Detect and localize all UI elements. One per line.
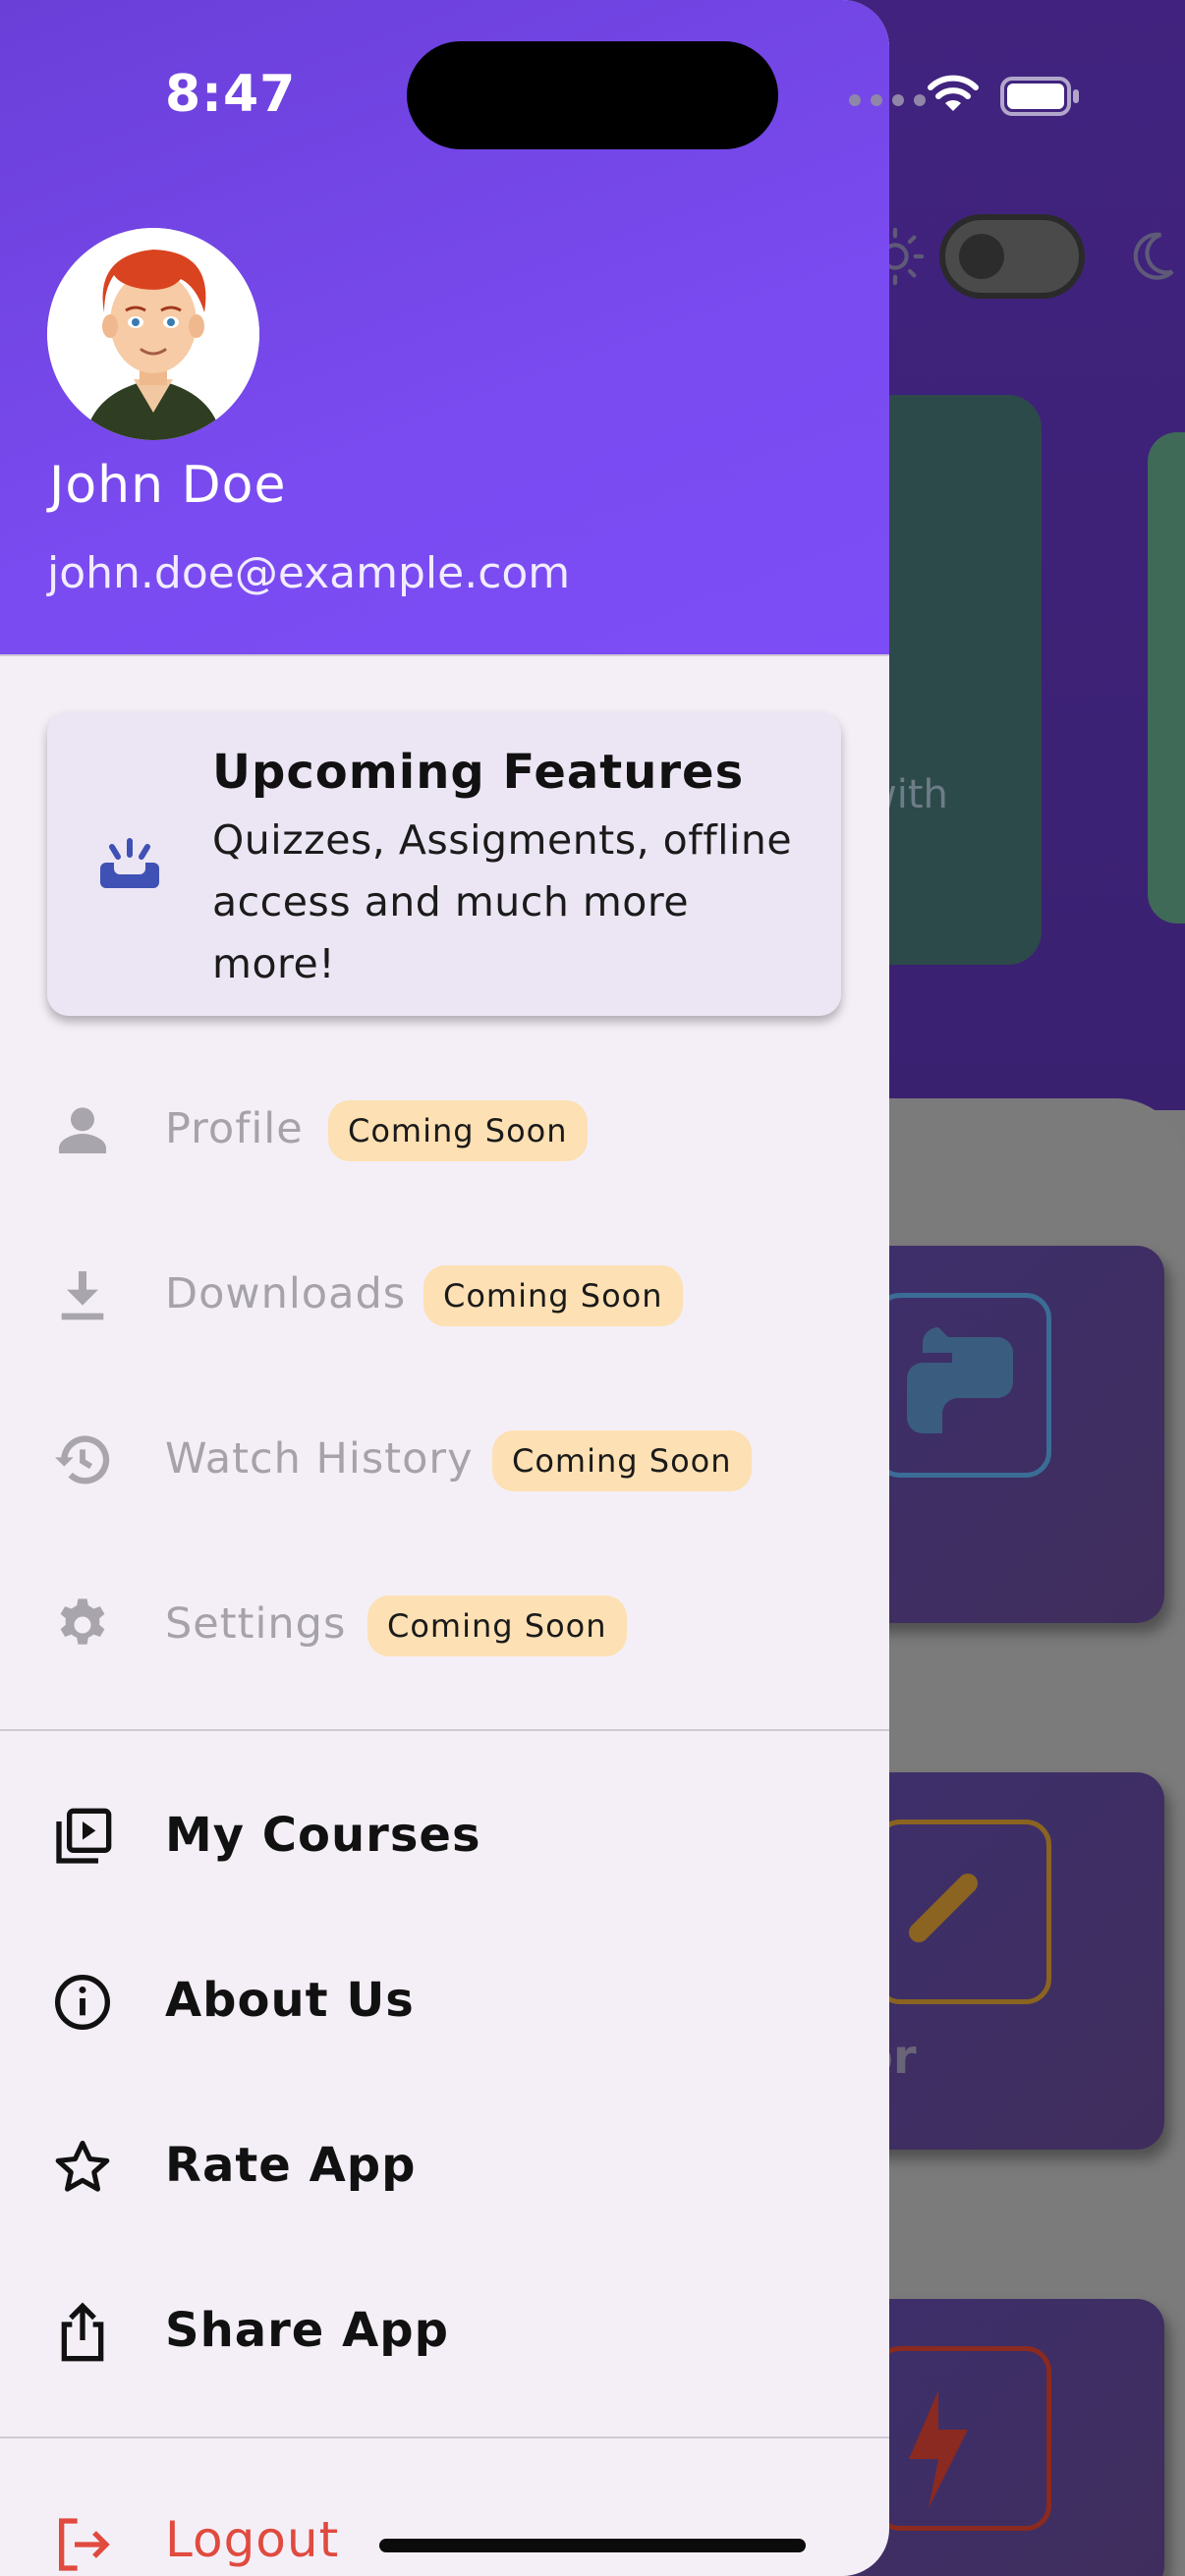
avatar[interactable] (47, 228, 259, 440)
dynamic-island (407, 41, 778, 149)
navigation-drawer: John Doe john.doe@example.com Upcoming F… (0, 0, 889, 2576)
coming-soon-badge: Coming Soon (328, 1100, 588, 1161)
upcoming-features-card: Upcoming Features Quizzes, Assigments, o… (47, 711, 841, 1016)
menu-item-share-app[interactable]: Share App (0, 2273, 889, 2391)
share-icon (61, 2302, 104, 2362)
user-name: John Doe (49, 456, 287, 515)
menu-item-label: Profile (165, 1104, 304, 1153)
theme-toggle-row (865, 214, 1181, 299)
upcoming-features-description: Quizzes, Assigments, offline access and … (212, 816, 793, 987)
background-card (1148, 432, 1185, 924)
coming-soon-badge: Coming Soon (492, 1430, 752, 1491)
menu-item-about-us[interactable]: About Us (0, 1943, 889, 2061)
menu-item-settings[interactable]: Settings Coming Soon (0, 1566, 889, 1684)
gear-icon (60, 1598, 105, 1645)
menu-item-label: My Courses (165, 1808, 481, 1863)
menu-item-my-courses[interactable]: My Courses (0, 1778, 889, 1896)
new-releases-icon (100, 838, 159, 888)
menu-item-profile[interactable]: Profile Coming Soon (0, 1071, 889, 1189)
theme-toggle[interactable] (939, 214, 1085, 299)
flash-icon (875, 2346, 1051, 2531)
logout-icon (59, 2518, 110, 2571)
logout-button[interactable]: Logout (0, 2486, 889, 2576)
history-icon (55, 1435, 110, 1484)
menu-item-rate-app[interactable]: Rate App (0, 2108, 889, 2226)
menu-item-label: About Us (165, 1973, 415, 2028)
toggle-knob (959, 234, 1004, 279)
download-icon (61, 1271, 104, 1320)
coming-soon-badge: Coming Soon (367, 1596, 627, 1656)
menu-item-label: Downloads (165, 1269, 407, 1318)
divider (0, 654, 889, 656)
user-email: john.doe@example.com (47, 548, 571, 598)
star-icon (55, 2140, 110, 2192)
avatar-illustration (47, 228, 259, 440)
divider (0, 2436, 889, 2438)
home-indicator[interactable] (379, 2539, 806, 2552)
wifi-icon (928, 75, 979, 111)
video-library-icon (56, 1808, 112, 1864)
menu-item-label: Rate App (165, 2138, 417, 2193)
signal-dots-icon (849, 94, 926, 106)
coming-soon-badge: Coming Soon (423, 1265, 683, 1326)
menu-item-label: Watch History (165, 1434, 474, 1484)
info-icon (55, 1975, 110, 2030)
battery-icon (1000, 77, 1079, 116)
menu-item-downloads[interactable]: Downloads Coming Soon (0, 1236, 889, 1354)
menu-item-watch-history[interactable]: Watch History Coming Soon (0, 1401, 889, 1519)
status-time: 8:47 (165, 65, 297, 124)
person-icon (59, 1107, 106, 1153)
upcoming-features-title: Upcoming Features (212, 745, 745, 800)
moon-icon (1133, 232, 1174, 280)
pencil-icon (875, 1820, 1051, 2004)
divider (0, 1729, 889, 1731)
menu-item-label: Share App (165, 2303, 449, 2358)
menu-item-label: Logout (165, 2511, 340, 2568)
menu-item-label: Settings (165, 1599, 347, 1649)
python-icon (875, 1293, 1051, 1478)
